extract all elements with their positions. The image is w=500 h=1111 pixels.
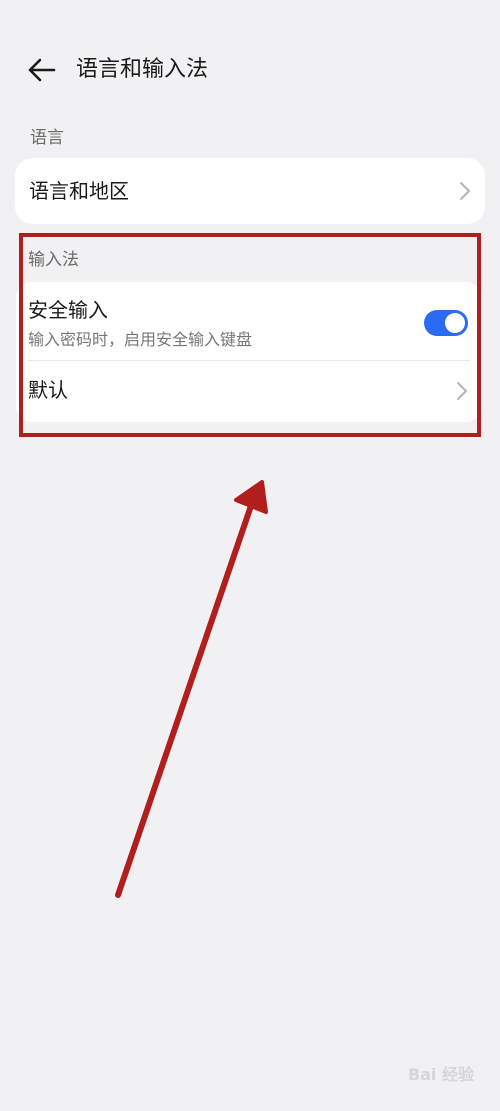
language-region-label: 语言和地区 — [29, 179, 129, 203]
back-arrow-icon[interactable] — [26, 56, 58, 84]
watermark: Bai 经验 — [407, 1065, 474, 1084]
section-label-language: 语言 — [30, 128, 64, 148]
secure-input-subtitle: 输入密码时，启用安全输入键盘 — [28, 330, 253, 349]
toggle-knob — [445, 313, 465, 333]
language-card: 语言和地区 — [15, 158, 485, 224]
chevron-right-icon — [457, 382, 467, 400]
secure-input-toggle[interactable] — [424, 310, 468, 336]
header: 语言和输入法 — [0, 40, 500, 100]
page-title: 语言和输入法 — [76, 57, 209, 82]
default-row[interactable]: 默认 — [16, 361, 482, 421]
chevron-right-icon — [460, 182, 470, 200]
section-label-input-method: 输入法 — [28, 250, 79, 270]
input-method-card: 安全输入 输入密码时，启用安全输入键盘 默认 — [16, 282, 482, 422]
secure-input-title: 安全输入 — [28, 298, 108, 322]
secure-input-row[interactable]: 安全输入 输入密码时，启用安全输入键盘 — [16, 282, 482, 360]
language-region-row[interactable]: 语言和地区 — [15, 158, 485, 224]
default-label: 默认 — [28, 378, 68, 402]
